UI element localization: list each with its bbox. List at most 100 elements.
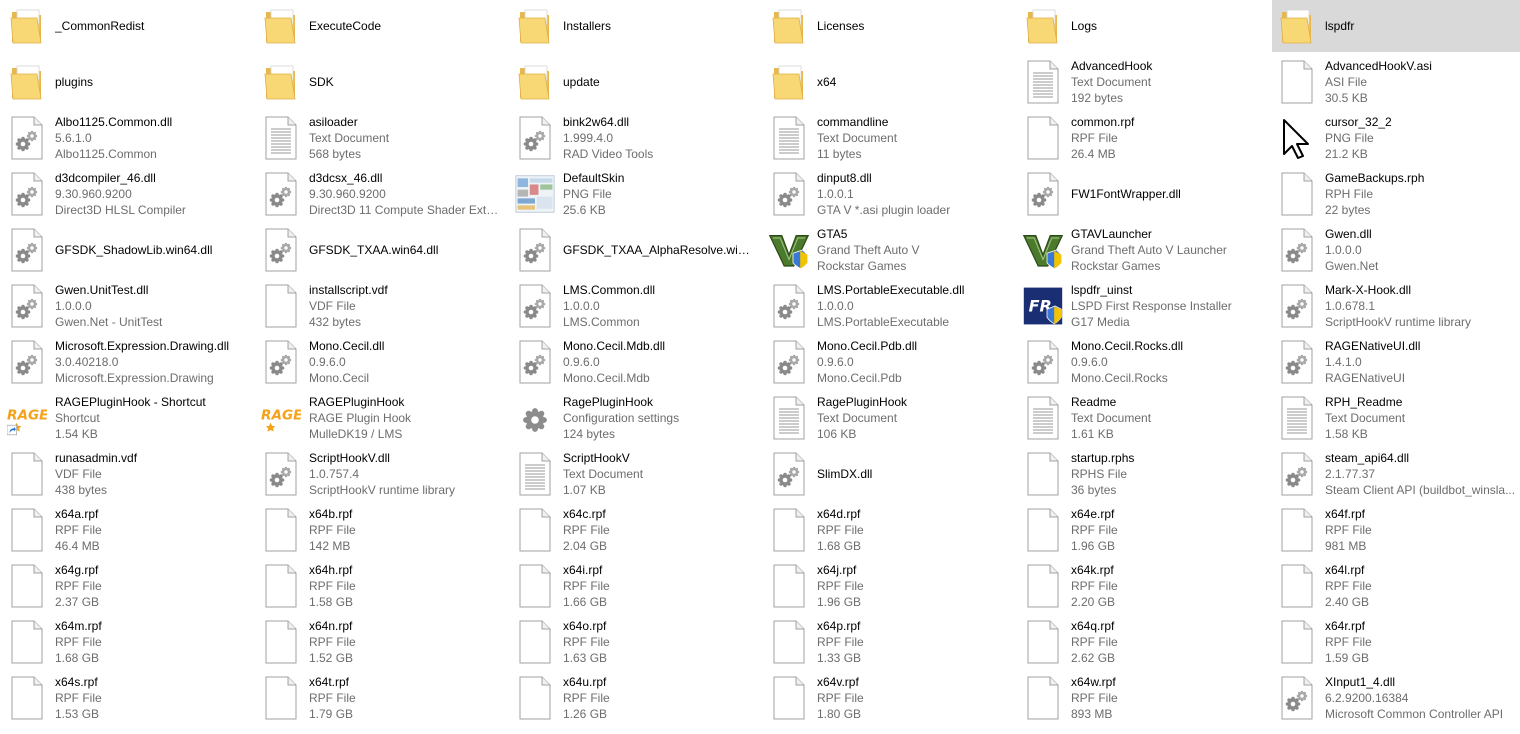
file-tile[interactable]: AdvancedHook Text Document 192 bytes [1018, 56, 1268, 108]
file-tile-text: ExecuteCode [309, 0, 502, 52]
file-tile[interactable]: XInput1_4.dll 6.2.9200.16384 Microsoft Com… [1272, 672, 1520, 724]
file-tile[interactable]: RAGENativeUI.dll 1.4.1.0 RAGENativeUI [1272, 336, 1520, 388]
file-tile[interactable]: RagePluginHook Text Document 106 KB [764, 392, 1014, 444]
file-tile[interactable]: startup.rphs RPHS File 36 bytes [1018, 448, 1268, 500]
file-tile[interactable]: update [510, 56, 760, 108]
file-tile[interactable]: d3dcompiler_46.dll 9.30.960.9200 Direct3D … [2, 168, 252, 220]
file-tile[interactable]: ScriptHookV Text Document 1.07 KB [510, 448, 760, 500]
file-tile[interactable]: FR lspdfr_uinst LSPD First Response Instal… [1018, 280, 1268, 332]
file-tile[interactable]: LMS.PortableExecutable.dll 1.0.0.0 LMS.Por… [764, 280, 1014, 332]
file-size-or-company: 1.68 GB [817, 539, 862, 553]
file-tile[interactable]: common.rpf RPF File 26.4 MB [1018, 112, 1268, 164]
file-tile[interactable]: x64c.rpf RPF File 2.04 GB [510, 504, 760, 556]
file-tile[interactable]: GFSDK_ShadowLib.win64.dll [2, 224, 252, 276]
file-tile-text: x64b.rpf RPF File 142 MB [309, 504, 502, 556]
file-tile[interactable]: x64d.rpf RPF File 1.68 GB [764, 504, 1014, 556]
file-tile[interactable]: GFSDK_TXAA_AlphaResolve.win64.dll [510, 224, 760, 276]
file-tile[interactable]: x64k.rpf RPF File 2.20 GB [1018, 560, 1268, 612]
file-tile[interactable]: x64f.rpf RPF File 981 MB [1272, 504, 1520, 556]
file-tile-text: RAGEPluginHook RAGE Plugin Hook MulleDK19 … [309, 392, 502, 444]
file-tile[interactable]: GameBackups.rph RPH File 22 bytes [1272, 168, 1520, 220]
file-tile[interactable]: GTA5 Grand Theft Auto V Rockstar Games [764, 224, 1014, 276]
file-tile[interactable]: x64n.rpf RPF File 1.52 GB [256, 616, 506, 668]
file-name: GameBackups.rph [1325, 171, 1425, 185]
file-tile[interactable]: asiloader Text Document 568 bytes [256, 112, 506, 164]
file-type-or-version: RPF File [1071, 635, 1118, 649]
file-tile[interactable]: LMS.Common.dll 1.0.0.0 LMS.Common [510, 280, 760, 332]
rage-logo-icon: RAGE [261, 396, 301, 440]
file-tile[interactable]: x64i.rpf RPF File 1.66 GB [510, 560, 760, 612]
file-tile[interactable]: plugins [2, 56, 252, 108]
file-tile[interactable]: Mono.Cecil.Pdb.dll 0.9.6.0 Mono.Cecil.Pdb [764, 336, 1014, 388]
file-tile[interactable]: Microsoft.Expression.Drawing.dll 3.0.4021… [2, 336, 252, 388]
file-tile[interactable]: x64o.rpf RPF File 1.63 GB [510, 616, 760, 668]
file-tile[interactable]: x64t.rpf RPF File 1.79 GB [256, 672, 506, 724]
file-tile[interactable]: x64e.rpf RPF File 1.96 GB [1018, 504, 1268, 556]
file-type-or-version: PNG File [563, 187, 612, 201]
blank-file-icon [515, 676, 555, 720]
file-tile[interactable]: Mono.Cecil.Mdb.dll 0.9.6.0 Mono.Cecil.Mdb [510, 336, 760, 388]
file-tile[interactable]: cursor_32_2 PNG File 21.2 KB [1272, 112, 1520, 164]
file-tile[interactable]: dinput8.dll 1.0.0.1 GTA V *.asi plugin loa… [764, 168, 1014, 220]
file-tile[interactable]: Mark-X-Hook.dll 1.0.678.1 ScriptHookV runt… [1272, 280, 1520, 332]
file-tile[interactable]: Licenses [764, 0, 1014, 52]
file-tile[interactable]: installscript.vdf VDF File 432 bytes [256, 280, 506, 332]
file-tile[interactable]: x64r.rpf RPF File 1.59 GB [1272, 616, 1520, 668]
file-tile[interactable]: GTAVLauncher Grand Theft Auto V Launcher R… [1018, 224, 1268, 276]
file-tile[interactable]: Gwen.UnitTest.dll 1.0.0.0 Gwen.Net - UnitT… [2, 280, 252, 332]
file-tile[interactable]: x64 [764, 56, 1014, 108]
file-tile[interactable]: ExecuteCode [256, 0, 506, 52]
file-size-or-company: 106 KB [817, 427, 857, 441]
file-tile[interactable]: x64v.rpf RPF File 1.80 GB [764, 672, 1014, 724]
file-tile[interactable]: GFSDK_TXAA.win64.dll [256, 224, 506, 276]
file-tile[interactable]: x64m.rpf RPF File 1.68 GB [2, 616, 252, 668]
file-tile-text: Microsoft.Expression.Drawing.dll 3.0.4021… [55, 336, 248, 388]
file-tile-text: FW1FontWrapper.dll [1071, 168, 1264, 220]
file-tile[interactable]: Mono.Cecil.Rocks.dll 0.9.6.0 Mono.Cecil.Ro… [1018, 336, 1268, 388]
file-tile[interactable]: DefaultSkin PNG File 25.6 KB [510, 168, 760, 220]
file-tile[interactable]: RPH_Readme Text Document 1.58 KB [1272, 392, 1520, 444]
file-tile[interactable]: RAGE RAGEPluginHook - Shortcut Shortcut 1.5… [2, 392, 252, 444]
file-tile[interactable]: x64b.rpf RPF File 142 MB [256, 504, 506, 556]
file-tile[interactable]: x64a.rpf RPF File 46.4 MB [2, 504, 252, 556]
file-tile[interactable]: commandline Text Document 11 bytes [764, 112, 1014, 164]
file-tile[interactable]: x64p.rpf RPF File 1.33 GB [764, 616, 1014, 668]
file-tile[interactable]: Readme Text Document 1.61 KB [1018, 392, 1268, 444]
file-tile[interactable]: bink2w64.dll 1.999.4.0 RAD Video Tools [510, 112, 760, 164]
file-tile[interactable]: x64j.rpf RPF File 1.96 GB [764, 560, 1014, 612]
file-tile[interactable]: runasadmin.vdf VDF File 438 bytes [2, 448, 252, 500]
file-tile[interactable]: x64w.rpf RPF File 893 MB [1018, 672, 1268, 724]
file-tile[interactable]: Albo1125.Common.dll 5.6.1.0 Albo1125.Commo… [2, 112, 252, 164]
file-tile[interactable]: SlimDX.dll [764, 448, 1014, 500]
dll-gear-icon [261, 340, 301, 384]
file-tile[interactable]: x64g.rpf RPF File 2.37 GB [2, 560, 252, 612]
file-tile[interactable]: x64h.rpf RPF File 1.58 GB [256, 560, 506, 612]
file-tile[interactable]: Mono.Cecil.dll 0.9.6.0 Mono.Cecil [256, 336, 506, 388]
file-type-or-version: RPF File [1325, 523, 1372, 537]
file-tile[interactable]: _CommonRedist [2, 0, 252, 52]
file-name: DefaultSkin [563, 171, 625, 185]
file-tile[interactable]: FW1FontWrapper.dll [1018, 168, 1268, 220]
file-tile[interactable]: lspdfr [1272, 0, 1520, 52]
file-tile[interactable]: RAGE RAGEPluginHook RAGE Plugin Hook MulleD… [256, 392, 506, 444]
file-tile-text: x64v.rpf RPF File 1.80 GB [817, 672, 1010, 724]
file-tile[interactable]: x64l.rpf RPF File 2.40 GB [1272, 560, 1520, 612]
file-tile[interactable]: x64q.rpf RPF File 2.62 GB [1018, 616, 1268, 668]
file-type-or-version: Text Document [1071, 75, 1152, 89]
blank-file-icon [769, 676, 809, 720]
file-tile-text: x64d.rpf RPF File 1.68 GB [817, 504, 1010, 556]
file-tiles-grid: _CommonRedist ExecuteCode Installers Licens… [0, 0, 1520, 734]
file-tile-text: RPH_Readme Text Document 1.58 KB [1325, 392, 1518, 444]
file-size-or-company: 1.53 GB [55, 707, 100, 721]
file-tile[interactable]: AdvancedHookV.asi ASI File 30.5 KB [1272, 56, 1520, 108]
file-tile[interactable]: Gwen.dll 1.0.0.0 Gwen.Net [1272, 224, 1520, 276]
file-tile[interactable]: Installers [510, 0, 760, 52]
file-tile[interactable]: ScriptHookV.dll 1.0.757.4 ScriptHookV runt… [256, 448, 506, 500]
file-tile[interactable]: x64u.rpf RPF File 1.26 GB [510, 672, 760, 724]
file-tile[interactable]: Logs [1018, 0, 1268, 52]
file-tile[interactable]: RagePluginHook Configuration settings 124 … [510, 392, 760, 444]
file-tile[interactable]: d3dcsx_46.dll 9.30.960.9200 Direct3D 11 Co… [256, 168, 506, 220]
file-tile[interactable]: SDK [256, 56, 506, 108]
file-tile[interactable]: x64s.rpf RPF File 1.53 GB [2, 672, 252, 724]
file-tile[interactable]: steam_api64.dll 2.1.77.37 Steam Client API… [1272, 448, 1520, 500]
